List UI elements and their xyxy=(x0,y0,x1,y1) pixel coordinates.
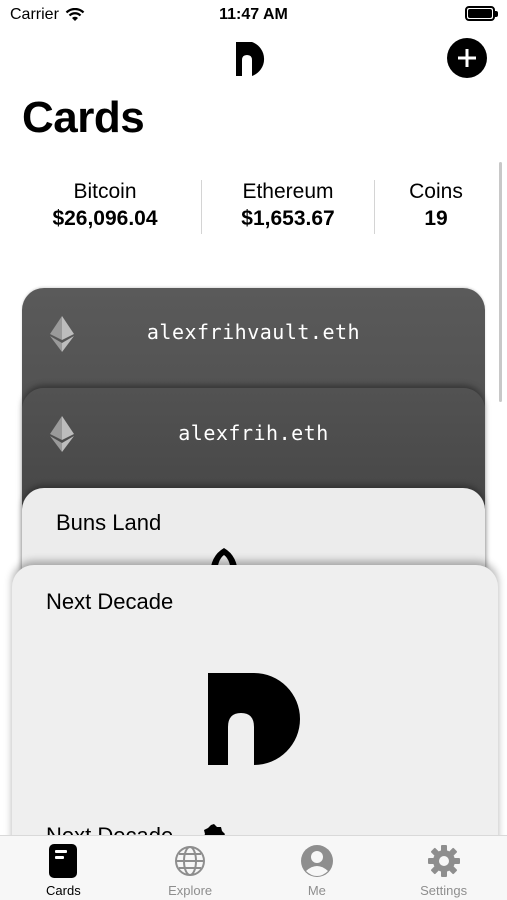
stat-ethereum: Ethereum $1,653.67 xyxy=(202,178,374,232)
tab-me[interactable]: Me xyxy=(254,836,381,900)
stat-value: $1,653.67 xyxy=(241,207,335,230)
stat-label: Bitcoin xyxy=(73,180,137,203)
price-stats: Bitcoin $26,096.04 Ethereum $1,653.67 Co… xyxy=(0,178,500,238)
globe-icon xyxy=(175,846,206,876)
collection-card-next-decade[interactable]: Next Decade Next Decade xyxy=(12,565,498,865)
tab-bar: Cards Explore Me Settings xyxy=(0,835,507,900)
stat-value: $26,096.04 xyxy=(52,207,158,230)
status-bar: Carrier 11:47 AM xyxy=(0,0,507,30)
person-icon xyxy=(300,845,333,877)
stat-label: Ethereum xyxy=(242,180,334,203)
stat-bitcoin: Bitcoin $26,096.04 xyxy=(10,178,200,232)
card-collection-name: Buns Land xyxy=(56,510,162,535)
app-logo xyxy=(236,42,265,76)
card-wallet-name: alexfrih.eth xyxy=(178,421,329,445)
plus-icon xyxy=(458,49,476,67)
tab-cards[interactable]: Cards xyxy=(0,836,127,900)
add-card-button[interactable] xyxy=(447,38,487,78)
stat-label: Coins xyxy=(409,180,463,203)
battery-icon xyxy=(465,6,498,21)
gear-icon xyxy=(427,845,460,877)
card-collection-name: Next Decade xyxy=(46,589,174,614)
cards-icon xyxy=(49,844,78,878)
tab-settings[interactable]: Settings xyxy=(380,836,507,900)
tab-explore[interactable]: Explore xyxy=(127,836,254,900)
next-decade-logo-icon xyxy=(208,673,300,765)
tab-label: Explore xyxy=(168,883,213,898)
stat-coins: Coins 19 xyxy=(375,178,497,232)
scroll-indicator xyxy=(499,162,502,402)
status-time: 11:47 AM xyxy=(219,6,288,23)
page-title: Cards xyxy=(22,93,145,142)
card-wallet-name: alexfrihvault.eth xyxy=(146,320,361,344)
tab-label: Me xyxy=(307,883,326,898)
tab-label: Cards xyxy=(46,883,81,898)
stat-value: 19 xyxy=(424,207,448,230)
tab-label: Settings xyxy=(420,883,468,898)
